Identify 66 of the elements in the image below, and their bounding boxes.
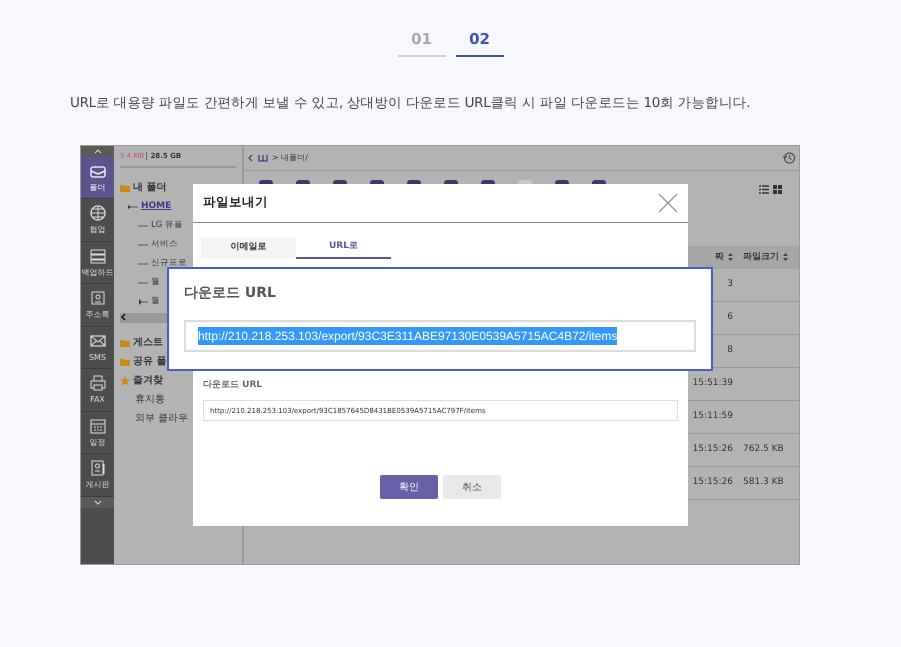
date-cell-text: 3: [727, 278, 733, 291]
size-cell: 581.3 KB: [743, 477, 784, 487]
tree-item[interactable]: 월: [151, 276, 160, 290]
tree-item[interactable]: LG 유플: [151, 219, 184, 232]
tree-item[interactable]: 휴지통: [135, 392, 165, 408]
date-cell-text: 8: [727, 344, 733, 357]
column-header[interactable]: 파일크기: [743, 250, 779, 264]
date-cell-text: 15:11:59: [692, 410, 733, 423]
tree-item[interactable]: 내 폴더: [133, 180, 166, 196]
size-cell: 762.5 KB: [743, 444, 784, 454]
callout-title: 다운로드 URL: [184, 284, 277, 303]
date-cell-text: 15:15:26: [692, 476, 733, 489]
dialog-tab[interactable]: 이메일로: [201, 236, 296, 259]
sidebar-item[interactable]: FAX: [81, 369, 114, 412]
tree-item[interactable]: 월: [151, 295, 160, 308]
scroll-down-icon[interactable]: [94, 500, 102, 505]
sidebar-item[interactable]: 협업: [81, 199, 114, 242]
tree-item[interactable]: 즐겨찾: [133, 373, 163, 388]
collapse-icon[interactable]: [128, 204, 138, 210]
nav-icon: [88, 459, 106, 477]
nav-icon: [88, 204, 106, 222]
star-icon: [120, 376, 130, 386]
folder-icon: [120, 338, 130, 348]
nav-icon: [88, 374, 106, 392]
caption: URL로 대용량 파일도 간편하게 보낼 수 있고, 상대방이 다운로드 URL클릭 시 파일 다운로드는 10회 가능합니다.: [70, 94, 752, 112]
tree-item[interactable]: 공유 폴: [133, 354, 166, 370]
sidebar-item[interactable]: 주소록: [81, 284, 114, 327]
nav-icon: [88, 416, 106, 434]
grid-view-icon[interactable]: [773, 184, 783, 194]
close-icon[interactable]: [658, 192, 678, 213]
sidebar-item[interactable]: 폴더: [81, 156, 114, 200]
tree-line: [138, 280, 148, 286]
confirm-button[interactable]: 확인: [380, 475, 438, 500]
nav-icon: [88, 246, 106, 264]
date-cell-text: 6: [727, 311, 733, 324]
sidebar-item[interactable]: 백업하드: [81, 242, 114, 284]
sidebar-item[interactable]: 일정: [81, 412, 114, 454]
sidebar-item[interactable]: SMS: [81, 326, 114, 370]
sort-icon[interactable]: [783, 253, 788, 262]
history-icon[interactable]: [782, 150, 796, 165]
logo-icon: [258, 154, 268, 162]
tree-line: [138, 222, 148, 229]
cancel-button[interactable]: 취소: [443, 475, 501, 500]
tree-item[interactable]: 서비스: [151, 238, 178, 252]
column-header[interactable]: 짜: [715, 250, 724, 264]
folder-icon: [120, 182, 130, 193]
tree-line: [138, 242, 148, 248]
date-cell-text: 15:15:26: [692, 443, 733, 456]
scroll-left-icon: [120, 313, 128, 322]
dialog-title: 파일보내기: [203, 193, 268, 212]
expand-icon[interactable]: [138, 298, 148, 305]
scroll-up-icon[interactable]: [94, 148, 102, 154]
nav-icon: [88, 289, 106, 307]
folder-icon: [120, 356, 130, 367]
breadcrumb[interactable]: > 내폴더/: [272, 152, 308, 164]
date-cell-text: 15:51:39: [692, 377, 733, 390]
tree-line: [138, 260, 148, 267]
list-view-icon[interactable]: [759, 184, 769, 194]
field-label: 다운로드 URL: [203, 378, 264, 392]
tree-item[interactable]: 신규프로: [151, 257, 187, 270]
tree-item[interactable]: 게스트: [133, 335, 163, 350]
tree-item[interactable]: 외부 클라우: [135, 411, 188, 426]
home-folder[interactable]: HOME: [141, 200, 172, 214]
step-tab[interactable]: 02: [456, 28, 504, 56]
sort-icon[interactable]: [728, 253, 733, 262]
collapse-panel-icon[interactable]: [248, 154, 254, 162]
